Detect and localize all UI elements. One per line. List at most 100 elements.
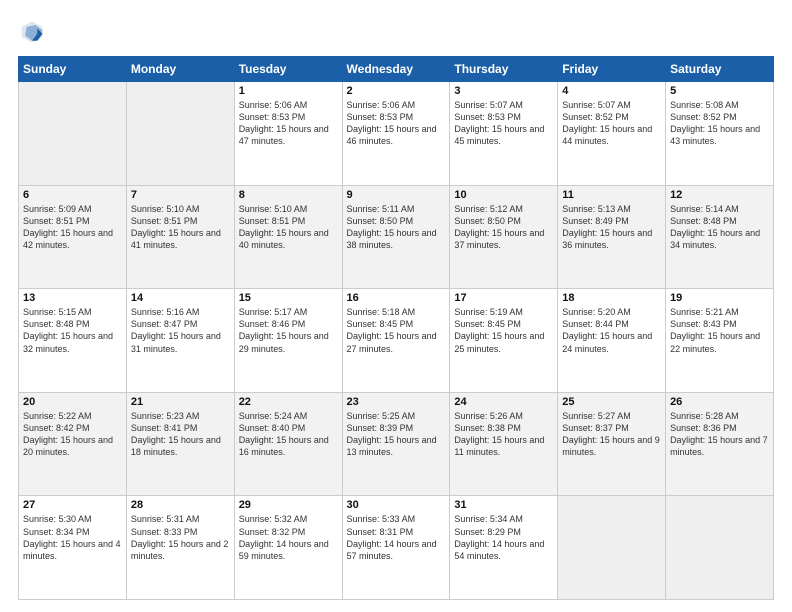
page: SundayMondayTuesdayWednesdayThursdayFrid… — [0, 0, 792, 612]
calendar-cell: 19 Sunrise: 5:21 AM Sunset: 8:43 PM Dayli… — [666, 289, 774, 393]
calendar-cell: 8Sunrise: 5:10 AM Sunset: 8:51 PM Daylig… — [234, 185, 342, 289]
day-number: 3 — [454, 85, 553, 97]
day-number: 2 — [347, 85, 446, 97]
calendar-cell: 20 Sunrise: 5:22 AM Sunset: 8:42 PM Dayli… — [19, 392, 127, 496]
calendar-cell: 24 Sunrise: 5:26 AM Sunset: 8:38 PM Dayli… — [450, 392, 558, 496]
calendar-cell: 25 Sunrise: 5:27 AM Sunset: 8:37 PM Dayli… — [558, 392, 666, 496]
calendar-cell — [126, 82, 234, 186]
day-number: 25 — [562, 396, 661, 408]
day-info: Sunrise: 5:26 AM Sunset: 8:38 PM Dayligh… — [454, 410, 553, 459]
logo-icon — [18, 18, 46, 46]
calendar-cell: 22 Sunrise: 5:24 AM Sunset: 8:40 PM Dayli… — [234, 392, 342, 496]
day-info: Sunrise: 5:32 AM Sunset: 8:32 PM Dayligh… — [239, 513, 338, 562]
calendar-cell: 16Sunrise: 5:18 AM Sunset: 8:45 PM Dayli… — [342, 289, 450, 393]
calendar-week-2: 6Sunrise: 5:09 AM Sunset: 8:51 PM Daylig… — [19, 185, 774, 289]
day-info: Sunrise: 5:07 AM Sunset: 8:52 PM Dayligh… — [562, 99, 661, 148]
day-number: 11 — [562, 189, 661, 201]
calendar-cell: 9 Sunrise: 5:11 AM Sunset: 8:50 PM Daylig… — [342, 185, 450, 289]
day-info: Sunrise: 5:21 AM Sunset: 8:43 PM Dayligh… — [670, 306, 769, 355]
day-info: Sunrise: 5:14 AM Sunset: 8:48 PM Dayligh… — [670, 203, 769, 252]
day-number: 18 — [562, 292, 661, 304]
day-number: 26 — [670, 396, 769, 408]
day-number: 19 — [670, 292, 769, 304]
calendar-cell: 18 Sunrise: 5:20 AM Sunset: 8:44 PM Dayli… — [558, 289, 666, 393]
day-number: 13 — [23, 292, 122, 304]
calendar-cell — [19, 82, 127, 186]
day-info: Sunrise: 5:15 AM Sunset: 8:48 PM Dayligh… — [23, 306, 122, 355]
day-number: 10 — [454, 189, 553, 201]
calendar-cell: 1 Sunrise: 5:06 AM Sunset: 8:53 PM Daylig… — [234, 82, 342, 186]
day-number: 9 — [347, 189, 446, 201]
weekday-header-thursday: Thursday — [450, 57, 558, 82]
day-info: Sunrise: 5:19 AM Sunset: 8:45 PM Dayligh… — [454, 306, 553, 355]
day-info: Sunrise: 5:10 AM Sunset: 8:51 PM Dayligh… — [131, 203, 230, 252]
day-number: 20 — [23, 396, 122, 408]
day-number: 27 — [23, 499, 122, 511]
calendar-cell: 13 Sunrise: 5:15 AM Sunset: 8:48 PM Dayli… — [19, 289, 127, 393]
day-info: Sunrise: 5:09 AM Sunset: 8:51 PM Dayligh… — [23, 203, 122, 252]
calendar-cell: 31 Sunrise: 5:34 AM Sunset: 8:29 PM Dayli… — [450, 496, 558, 600]
day-info: Sunrise: 5:20 AM Sunset: 8:44 PM Dayligh… — [562, 306, 661, 355]
day-info: Sunrise: 5:24 AM Sunset: 8:40 PM Dayligh… — [239, 410, 338, 459]
day-info: Sunrise: 5:25 AM Sunset: 8:39 PM Dayligh… — [347, 410, 446, 459]
day-info: Sunrise: 5:13 AM Sunset: 8:49 PM Dayligh… — [562, 203, 661, 252]
logo — [18, 18, 50, 46]
day-number: 12 — [670, 189, 769, 201]
calendar-table: SundayMondayTuesdayWednesdayThursdayFrid… — [18, 56, 774, 600]
day-number: 1 — [239, 85, 338, 97]
calendar-cell: 17 Sunrise: 5:19 AM Sunset: 8:45 PM Dayli… — [450, 289, 558, 393]
calendar-cell: 29 Sunrise: 5:32 AM Sunset: 8:32 PM Dayli… — [234, 496, 342, 600]
day-info: Sunrise: 5:06 AM Sunset: 8:53 PM Dayligh… — [347, 99, 446, 148]
day-number: 24 — [454, 396, 553, 408]
calendar-cell: 7Sunrise: 5:10 AM Sunset: 8:51 PM Daylig… — [126, 185, 234, 289]
calendar-week-4: 20 Sunrise: 5:22 AM Sunset: 8:42 PM Dayli… — [19, 392, 774, 496]
day-info: Sunrise: 5:23 AM Sunset: 8:41 PM Dayligh… — [131, 410, 230, 459]
day-info: Sunrise: 5:33 AM Sunset: 8:31 PM Dayligh… — [347, 513, 446, 562]
calendar-cell: 14Sunrise: 5:16 AM Sunset: 8:47 PM Dayli… — [126, 289, 234, 393]
calendar-week-5: 27 Sunrise: 5:30 AM Sunset: 8:34 PM Dayli… — [19, 496, 774, 600]
day-info: Sunrise: 5:18 AM Sunset: 8:45 PM Dayligh… — [347, 306, 446, 355]
day-number: 30 — [347, 499, 446, 511]
calendar-cell: 26 Sunrise: 5:28 AM Sunset: 8:36 PM Dayli… — [666, 392, 774, 496]
day-number: 29 — [239, 499, 338, 511]
weekday-header-tuesday: Tuesday — [234, 57, 342, 82]
day-info: Sunrise: 5:30 AM Sunset: 8:34 PM Dayligh… — [23, 513, 122, 562]
day-number: 28 — [131, 499, 230, 511]
day-number: 5 — [670, 85, 769, 97]
calendar-cell: 11 Sunrise: 5:13 AM Sunset: 8:49 PM Dayli… — [558, 185, 666, 289]
day-info: Sunrise: 5:34 AM Sunset: 8:29 PM Dayligh… — [454, 513, 553, 562]
day-info: Sunrise: 5:06 AM Sunset: 8:53 PM Dayligh… — [239, 99, 338, 148]
calendar-cell: 4 Sunrise: 5:07 AM Sunset: 8:52 PM Daylig… — [558, 82, 666, 186]
day-number: 14 — [131, 292, 230, 304]
calendar-week-3: 13 Sunrise: 5:15 AM Sunset: 8:48 PM Dayli… — [19, 289, 774, 393]
day-info: Sunrise: 5:22 AM Sunset: 8:42 PM Dayligh… — [23, 410, 122, 459]
day-info: Sunrise: 5:11 AM Sunset: 8:50 PM Dayligh… — [347, 203, 446, 252]
day-info: Sunrise: 5:31 AM Sunset: 8:33 PM Dayligh… — [131, 513, 230, 562]
weekday-header-friday: Friday — [558, 57, 666, 82]
day-info: Sunrise: 5:17 AM Sunset: 8:46 PM Dayligh… — [239, 306, 338, 355]
calendar-week-1: 1 Sunrise: 5:06 AM Sunset: 8:53 PM Daylig… — [19, 82, 774, 186]
day-info: Sunrise: 5:12 AM Sunset: 8:50 PM Dayligh… — [454, 203, 553, 252]
weekday-header-saturday: Saturday — [666, 57, 774, 82]
calendar-cell: 15Sunrise: 5:17 AM Sunset: 8:46 PM Dayli… — [234, 289, 342, 393]
day-number: 22 — [239, 396, 338, 408]
calendar-cell: 28 Sunrise: 5:31 AM Sunset: 8:33 PM Dayli… — [126, 496, 234, 600]
day-info: Sunrise: 5:10 AM Sunset: 8:51 PM Dayligh… — [239, 203, 338, 252]
day-info: Sunrise: 5:27 AM Sunset: 8:37 PM Dayligh… — [562, 410, 661, 459]
weekday-header-sunday: Sunday — [19, 57, 127, 82]
calendar-cell: 30 Sunrise: 5:33 AM Sunset: 8:31 PM Dayli… — [342, 496, 450, 600]
day-info: Sunrise: 5:28 AM Sunset: 8:36 PM Dayligh… — [670, 410, 769, 459]
day-number: 4 — [562, 85, 661, 97]
header — [18, 18, 774, 46]
weekday-header-monday: Monday — [126, 57, 234, 82]
day-number: 31 — [454, 499, 553, 511]
calendar-cell — [558, 496, 666, 600]
calendar-cell: 27 Sunrise: 5:30 AM Sunset: 8:34 PM Dayli… — [19, 496, 127, 600]
day-number: 17 — [454, 292, 553, 304]
calendar-cell — [666, 496, 774, 600]
weekday-header-wednesday: Wednesday — [342, 57, 450, 82]
calendar-cell: 6Sunrise: 5:09 AM Sunset: 8:51 PM Daylig… — [19, 185, 127, 289]
calendar-cell: 3Sunrise: 5:07 AM Sunset: 8:53 PM Daylig… — [450, 82, 558, 186]
calendar-cell: 10 Sunrise: 5:12 AM Sunset: 8:50 PM Dayli… — [450, 185, 558, 289]
day-number: 23 — [347, 396, 446, 408]
